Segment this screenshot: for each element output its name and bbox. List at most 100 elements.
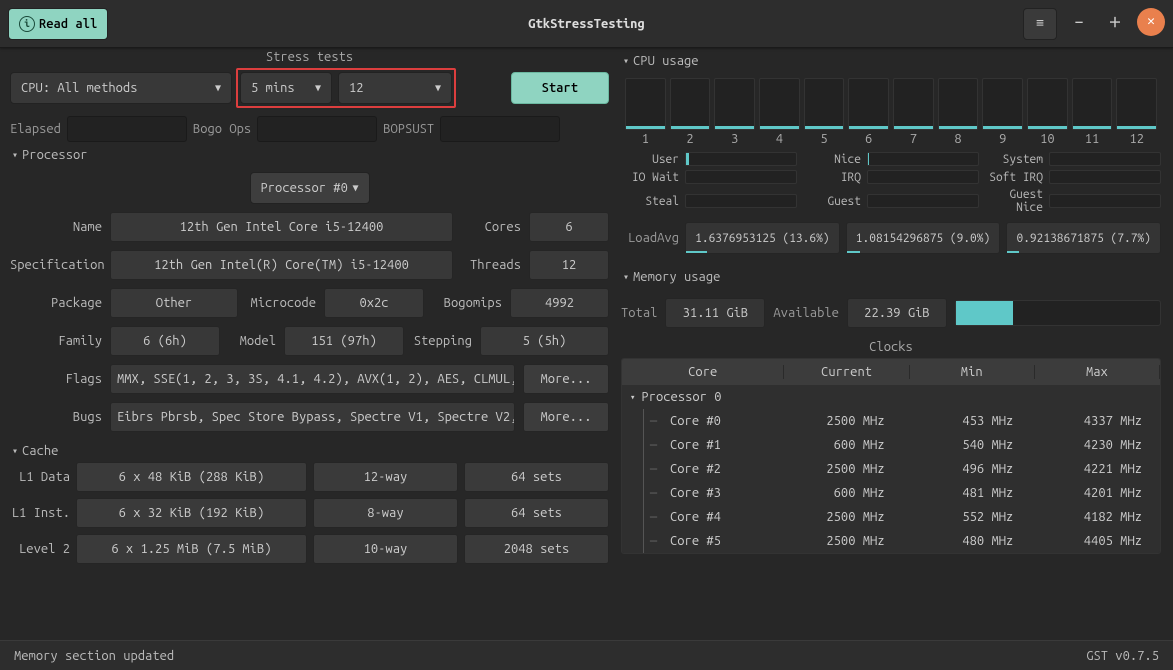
titlebar: i Read all GtkStressTesting ≡ — ＋ ✕	[0, 0, 1173, 48]
clock-min: 496 MHz	[903, 462, 1032, 476]
usage-bar	[1049, 170, 1161, 184]
memory-progress	[955, 300, 1161, 326]
cpu-core-number: 5	[804, 132, 845, 146]
bugs-more-button[interactable]: More...	[523, 402, 609, 432]
cpu-core-number: 7	[893, 132, 934, 146]
spec-field: 12th Gen Intel(R) Core(TM) i5-12400	[110, 250, 453, 280]
status-bar: Memory section updated GST v0.7.5	[0, 640, 1173, 670]
clock-max: 4405 MHz	[1031, 534, 1160, 548]
cores-field: 6	[529, 212, 609, 242]
clocks-col-min: Min	[910, 365, 1035, 379]
clock-row[interactable]: —Core #42500 MHz552 MHz4182 MHz	[622, 505, 1160, 529]
processor-section-header[interactable]: ▾ Processor	[10, 144, 609, 166]
clock-row[interactable]: —Core #52500 MHz480 MHz4405 MHz	[622, 529, 1160, 553]
cache-label: L1 Data	[10, 470, 70, 484]
stress-method-combo[interactable]: CPU: All methods ▼	[10, 72, 232, 104]
read-all-button[interactable]: i Read all	[8, 8, 108, 40]
bogoops-field	[257, 116, 377, 142]
bogomips-field: 4992	[510, 288, 609, 318]
flags-more-button[interactable]: More...	[523, 364, 609, 394]
flags-field: MMX, SSE(1, 2, 3, 3S, 4.1, 4.2), AVX(1, …	[110, 364, 515, 394]
cpu-usage-row: UserNiceSystem	[621, 152, 1161, 166]
close-button[interactable]: ✕	[1137, 8, 1165, 36]
clock-min: 540 MHz	[903, 438, 1032, 452]
cache-sets: 64 sets	[464, 498, 609, 528]
cpu-core-number: 2	[670, 132, 711, 146]
cache-row: L1 Data 6 x 48 KiB (288 KiB)12-way64 sets	[10, 462, 609, 492]
cpu-core-bar: 5	[804, 78, 845, 146]
minimize-icon: —	[1075, 15, 1082, 29]
memory-available-label: Available	[773, 306, 839, 320]
clock-max: 4337 MHz	[1031, 414, 1160, 428]
clocks-col-core: Core	[622, 365, 784, 379]
cpu-usage-section-header[interactable]: ▾ CPU usage	[621, 50, 1161, 72]
clocks-header: Clocks	[621, 340, 1161, 354]
cache-sets: 64 sets	[464, 462, 609, 492]
usage-label: Nice	[803, 153, 861, 166]
clock-max: 4221 MHz	[1031, 462, 1160, 476]
maximize-button[interactable]: ＋	[1101, 8, 1129, 36]
cpu-core-bar: 11	[1072, 78, 1113, 146]
stepping-field: 5 (5h)	[480, 326, 609, 356]
name-label: Name	[10, 220, 102, 234]
cores-label: Cores	[461, 220, 521, 234]
clock-core: —Core #4	[622, 505, 774, 529]
clock-row[interactable]: —Core #02500 MHz453 MHz4337 MHz	[622, 409, 1160, 433]
hamburger-icon: ≡	[1036, 16, 1044, 31]
cache-size: 6 x 48 KiB (288 KiB)	[76, 462, 307, 492]
clocks-processor-label: Processor 0	[641, 390, 721, 404]
workers-combo[interactable]: 12 ▼	[338, 72, 452, 104]
cache-size: 6 x 32 KiB (192 KiB)	[76, 498, 307, 528]
clock-core: —Core #3	[622, 481, 774, 505]
bogomips-label: Bogomips	[432, 296, 502, 310]
cpu-core-bar: 1	[625, 78, 666, 146]
threads-label: Threads	[461, 258, 521, 272]
usage-label: IRQ	[803, 171, 861, 184]
clock-row[interactable]: —Core #3600 MHz481 MHz4201 MHz	[622, 481, 1160, 505]
loadavg-box: 1.6376953125 (13.6%)	[685, 222, 840, 254]
cpu-core-number: 6	[848, 132, 889, 146]
cache-assoc: 10-way	[313, 534, 458, 564]
name-field: 12th Gen Intel Core i5-12400	[110, 212, 453, 242]
clock-current: 2500 MHz	[774, 462, 903, 476]
clock-row[interactable]: —Core #22500 MHz496 MHz4221 MHz	[622, 457, 1160, 481]
minimize-button[interactable]: —	[1065, 8, 1093, 36]
clock-current: 2500 MHz	[774, 534, 903, 548]
clocks-table-header[interactable]: Core Current Min Max	[622, 359, 1160, 385]
chevron-down-icon: ▾	[12, 445, 18, 457]
bopsust-field	[440, 116, 560, 142]
chevron-down-icon: ▼	[435, 82, 441, 94]
start-button[interactable]: Start	[511, 72, 609, 104]
threads-field: 12	[529, 250, 609, 280]
chevron-down-icon: ▼	[215, 82, 221, 94]
cache-section-label: Cache	[22, 444, 58, 458]
memory-available-field: 22.39 GiB	[847, 298, 947, 328]
cpu-core-bars: 123456789101112	[621, 78, 1161, 146]
clock-min: 552 MHz	[903, 510, 1032, 524]
clocks-col-max: Max	[1035, 365, 1160, 379]
clock-max: 4201 MHz	[1031, 486, 1160, 500]
memory-total-label: Total	[621, 306, 657, 320]
stress-method-value: CPU: All methods	[21, 81, 137, 95]
read-all-label: Read all	[39, 17, 97, 31]
duration-combo[interactable]: 5 mins ▼	[240, 72, 332, 104]
cache-section-header[interactable]: ▾ Cache	[10, 440, 609, 462]
model-field: 151 (97h)	[284, 326, 404, 356]
clocks-table: Core Current Min Max ▾Processor 0 —Core …	[621, 358, 1161, 554]
processor-selector-combo[interactable]: Processor #0 ▼	[250, 172, 370, 204]
cpu-core-bar: 7	[893, 78, 934, 146]
cache-assoc: 12-way	[313, 462, 458, 492]
spec-label: Specification	[10, 258, 102, 272]
cache-label: L1 Inst.	[10, 506, 70, 520]
chevron-down-icon: ▼	[315, 82, 321, 94]
clock-core: —Core #5	[622, 529, 774, 553]
elapsed-field	[67, 116, 187, 142]
memory-total-field: 31.11 GiB	[665, 298, 765, 328]
clock-max: 4182 MHz	[1031, 510, 1160, 524]
memory-section-header[interactable]: ▾ Memory usage	[621, 266, 1161, 288]
clocks-processor-row[interactable]: ▾Processor 0	[622, 385, 1160, 409]
clock-min: 481 MHz	[903, 486, 1032, 500]
usage-label: Steal	[621, 195, 679, 208]
clock-row[interactable]: —Core #1600 MHz540 MHz4230 MHz	[622, 433, 1160, 457]
hamburger-menu-button[interactable]: ≡	[1023, 8, 1057, 40]
